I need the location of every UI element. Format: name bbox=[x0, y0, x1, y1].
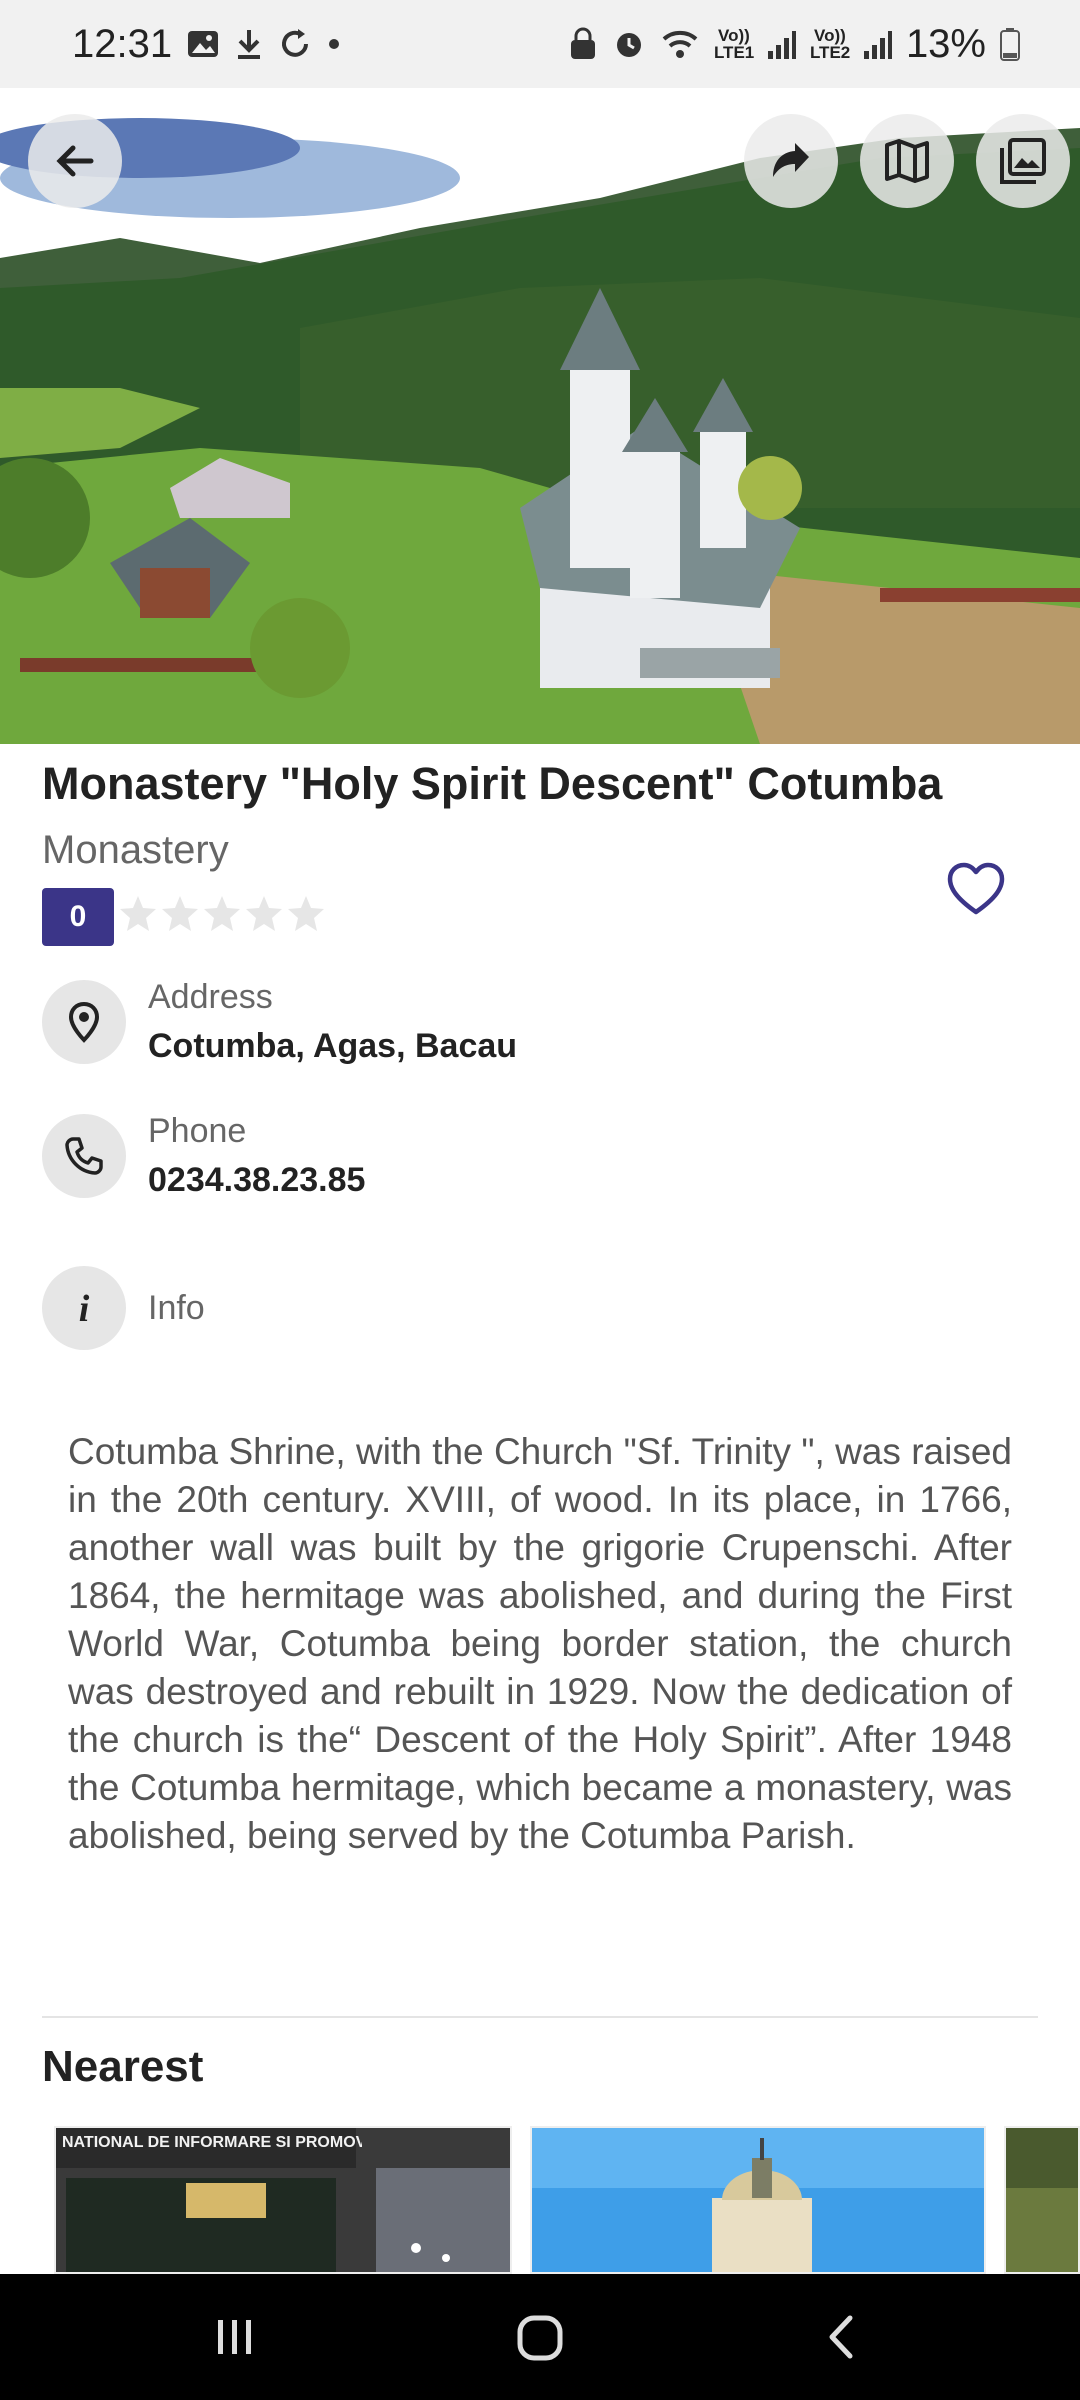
address-value: Cotumba, Agas, Bacau bbox=[148, 1027, 518, 1065]
recent-apps-icon bbox=[218, 2320, 251, 2354]
back-nav-button[interactable] bbox=[818, 2312, 868, 2362]
image-notification-icon bbox=[186, 27, 220, 61]
nearest-title: Nearest bbox=[42, 2042, 204, 2091]
status-bar: 12:31 Vo)) LTE1 Vo)) LTE2 13% bbox=[0, 0, 1080, 88]
place-category: Monastery bbox=[42, 828, 229, 872]
star-icon bbox=[120, 896, 156, 931]
back-button[interactable] bbox=[28, 114, 122, 208]
share-icon bbox=[773, 143, 809, 177]
address-row[interactable]: Address Cotumba, Agas, Bacau bbox=[42, 978, 517, 1066]
phone-label: Phone bbox=[148, 1112, 247, 1150]
recent-apps-button[interactable] bbox=[210, 2312, 260, 2362]
lock-icon bbox=[568, 27, 598, 61]
phone-icon-circle bbox=[42, 1114, 126, 1198]
sync-icon bbox=[278, 27, 312, 61]
address-label: Address bbox=[148, 978, 273, 1016]
phone-value: 0234.38.23.85 bbox=[148, 1161, 366, 1199]
map-icon bbox=[885, 139, 929, 183]
back-nav-icon bbox=[829, 2315, 853, 2359]
place-title: Monastery "Holy Spirit Descent" Cotumba bbox=[42, 758, 943, 809]
alarm-icon bbox=[612, 27, 646, 61]
description-text: Cotumba Shrine, with the Church "Sf. Tri… bbox=[68, 1431, 1012, 1856]
map-button[interactable] bbox=[860, 114, 954, 208]
download-icon bbox=[234, 27, 264, 61]
rating-stars[interactable] bbox=[118, 893, 326, 933]
star-icon bbox=[204, 896, 240, 931]
status-time: 12:31 bbox=[72, 21, 173, 66]
divider bbox=[42, 2016, 1038, 2018]
system-navigation-bar bbox=[0, 2274, 1080, 2400]
back-arrow-icon bbox=[56, 145, 94, 177]
address-icon-circle bbox=[42, 980, 126, 1064]
gallery-icon bbox=[1000, 138, 1046, 184]
gallery-button[interactable] bbox=[976, 114, 1070, 208]
phone-row[interactable]: Phone 0234.38.23.85 bbox=[42, 1112, 365, 1200]
hero-photo bbox=[0, 88, 1080, 744]
home-button[interactable] bbox=[512, 2310, 568, 2366]
home-icon bbox=[517, 2315, 563, 2361]
battery-percent: 13% bbox=[905, 21, 986, 66]
heart-icon bbox=[947, 862, 1005, 915]
network-lte2-label: Vo)) LTE2 bbox=[809, 26, 851, 62]
star-icon bbox=[162, 896, 198, 931]
info-row: i Info bbox=[42, 1266, 205, 1350]
nearest-card-1-sign: NATIONAL DE INFORMARE SI PROMOVARE bbox=[62, 2134, 362, 2151]
signal-icon bbox=[767, 29, 796, 59]
nearest-card-2[interactable] bbox=[530, 2126, 986, 2274]
info-label: Info bbox=[148, 1288, 205, 1327]
phone-icon bbox=[65, 1137, 103, 1175]
star-icon bbox=[288, 896, 324, 931]
location-pin-icon bbox=[68, 1001, 100, 1043]
nearest-card-3[interactable] bbox=[1004, 2126, 1080, 2274]
dot-icon bbox=[326, 36, 342, 52]
favorite-button[interactable] bbox=[946, 860, 1006, 925]
battery-icon bbox=[1000, 27, 1020, 61]
share-button[interactable] bbox=[744, 114, 838, 208]
star-icon bbox=[246, 896, 282, 931]
rating-badge: 0 bbox=[42, 888, 114, 946]
signal-icon bbox=[863, 29, 892, 59]
wifi-icon bbox=[660, 27, 700, 61]
info-icon: i bbox=[79, 1288, 90, 1328]
svg-text:i: i bbox=[79, 1288, 90, 1328]
info-icon-circle: i bbox=[42, 1266, 126, 1350]
nearest-card-1[interactable]: NATIONAL DE INFORMARE SI PROMOVARE bbox=[54, 2126, 512, 2274]
network-lte1-label: Vo)) LTE1 bbox=[713, 26, 755, 62]
